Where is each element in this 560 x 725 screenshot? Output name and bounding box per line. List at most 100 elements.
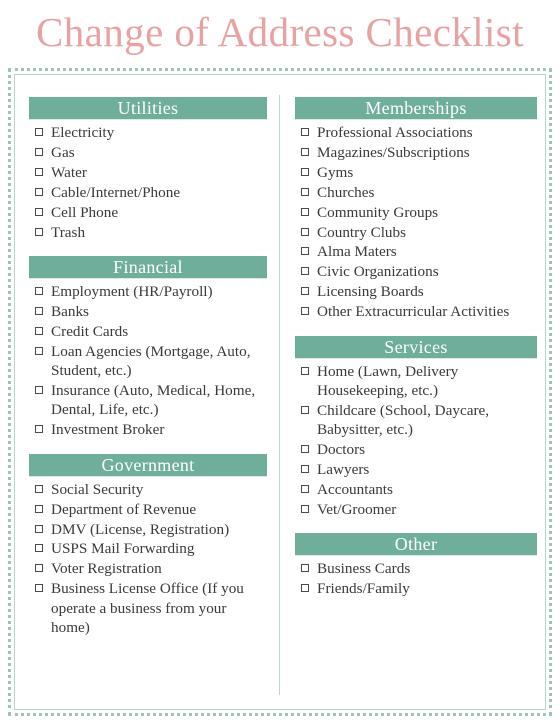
empty-checkbox-icon[interactable] (35, 227, 43, 236)
checklist-item[interactable]: Voter Registration (35, 559, 267, 578)
checklist-item-label: Employment (HR/Payroll) (51, 282, 213, 300)
empty-checkbox-icon[interactable] (301, 128, 309, 136)
empty-checkbox-icon[interactable] (35, 286, 43, 295)
empty-checkbox-icon[interactable] (35, 207, 43, 216)
empty-checkbox-icon[interactable] (35, 484, 43, 493)
checklist-item[interactable]: Lawyers (301, 460, 537, 479)
empty-checkbox-icon[interactable] (301, 147, 309, 156)
empty-checkbox-icon[interactable] (301, 504, 309, 513)
empty-checkbox-icon[interactable] (301, 207, 309, 216)
empty-checkbox-icon[interactable] (301, 485, 309, 493)
checklist-item-label: Vet/Groomer (317, 500, 397, 518)
checklist-page: Change of Address Checklist Utilities Ele… (0, 0, 560, 725)
checklist-item[interactable]: Gyms (301, 163, 537, 182)
section-financial: Financial Employment (HR/Payroll) Banks Cre… (29, 255, 267, 440)
checklist-item-label: Credit Cards (51, 322, 129, 340)
checklist-item-label: Churches (317, 183, 375, 201)
checklist-item[interactable]: Credit Cards (35, 322, 267, 341)
checklist-item[interactable]: Loan Agencies (Mortgage, Auto, Student, … (35, 342, 267, 381)
checklist-item[interactable]: Employment (HR/Payroll) (35, 282, 267, 301)
checklist-item-label: Electricity (51, 124, 115, 141)
empty-checkbox-icon[interactable] (301, 366, 309, 375)
empty-checkbox-icon[interactable] (35, 564, 43, 573)
checklist-item[interactable]: Civic Organizations (301, 262, 537, 281)
checklist-item-label: DMV (License, Registration) (51, 520, 230, 538)
checklist-item[interactable]: Other Extracurricular Activities (301, 302, 537, 321)
checklist-item[interactable]: Childcare (School, Daycare, Babysitter, … (301, 401, 537, 440)
checklist-item[interactable]: Investment Broker (35, 420, 267, 439)
checklist-item[interactable]: Business Cards (301, 559, 537, 578)
empty-checkbox-icon[interactable] (35, 524, 43, 533)
left-column: Utilities Electricity Gas Water Cable/Intern… (19, 79, 273, 705)
empty-checkbox-icon[interactable] (301, 227, 309, 236)
empty-checkbox-icon[interactable] (301, 307, 309, 316)
empty-checkbox-icon[interactable] (35, 504, 43, 513)
empty-checkbox-icon[interactable] (301, 465, 309, 474)
checklist-item[interactable]: Business License Office (If you operate … (35, 579, 267, 637)
checklist-item[interactable]: Insurance (Auto, Medical, Home, Dental, … (35, 381, 267, 420)
checklist-item-label: Friends/Family (317, 580, 410, 598)
checklist-item-label: Department of Revenue (51, 500, 197, 518)
checklist-item-label: Civic Organizations (317, 263, 439, 281)
empty-checkbox-icon[interactable] (35, 425, 43, 434)
empty-checkbox-icon[interactable] (35, 187, 43, 196)
checklist-services: Home (Lawn, Delivery Housekeeping, etc.)… (295, 362, 537, 520)
checklist-item[interactable]: DMV (License, Registration) (35, 520, 267, 539)
empty-checkbox-icon[interactable] (301, 564, 309, 573)
empty-checkbox-icon[interactable] (35, 346, 43, 355)
checklist-item[interactable]: Cable/Internet/Phone (35, 183, 267, 202)
checklist-item[interactable]: USPS Mail Forwarding (35, 539, 267, 558)
empty-checkbox-icon[interactable] (301, 287, 309, 296)
checklist-item[interactable]: Accountants (301, 480, 537, 499)
empty-checkbox-icon[interactable] (35, 167, 43, 176)
checklist-item-label: Home (Lawn, Delivery Housekeeping, etc.) (317, 362, 459, 399)
checklist-item[interactable]: Electricity (35, 123, 267, 142)
empty-checkbox-icon[interactable] (301, 267, 309, 276)
section-heading-utilities: Utilities (29, 97, 267, 119)
checklist-item[interactable]: Community Groups (301, 203, 537, 222)
checklist-item[interactable]: Social Security (35, 480, 267, 499)
empty-checkbox-icon[interactable] (301, 247, 309, 256)
checklist-item[interactable]: Country Clubs (301, 223, 537, 242)
checklist-item[interactable]: Friends/Family (301, 579, 537, 598)
checklist-item-label: Magazines/Subscriptions (317, 143, 470, 161)
section-other: Other Business Cards Friends/Family (295, 533, 537, 598)
section-government: Government Social Security Department of R… (29, 453, 267, 638)
checklist-item[interactable]: Professional Associations (301, 123, 537, 142)
column-divider (273, 79, 287, 705)
checklist-item[interactable]: Home (Lawn, Delivery Housekeeping, etc.) (301, 362, 537, 401)
empty-checkbox-icon[interactable] (35, 128, 43, 136)
empty-checkbox-icon[interactable] (35, 544, 43, 553)
empty-checkbox-icon[interactable] (35, 385, 43, 394)
checklist-item[interactable]: Licensing Boards (301, 282, 537, 301)
empty-checkbox-icon[interactable] (301, 405, 309, 414)
empty-checkbox-icon[interactable] (35, 147, 43, 156)
checklist-item-label: USPS Mail Forwarding (51, 540, 195, 558)
empty-checkbox-icon[interactable] (301, 445, 309, 454)
checklist-item-label: Cell Phone (51, 203, 119, 221)
empty-checkbox-icon[interactable] (301, 187, 309, 196)
empty-checkbox-icon[interactable] (35, 326, 43, 335)
checklist-item-label: Country Clubs (317, 223, 407, 241)
checklist-item-label: Loan Agencies (Mortgage, Auto, Student, … (51, 342, 251, 380)
checklist-item-label: Business Cards (317, 560, 411, 578)
empty-checkbox-icon[interactable] (301, 584, 309, 593)
empty-checkbox-icon[interactable] (35, 306, 43, 315)
checklist-item-label: Trash (51, 223, 86, 241)
checklist-item[interactable]: Gas (35, 143, 267, 162)
empty-checkbox-icon[interactable] (35, 584, 43, 593)
checklist-item-label: Professional Associations (317, 124, 473, 141)
checklist-item[interactable]: Banks (35, 302, 267, 321)
checklist-item-label: Gyms (317, 163, 354, 181)
checklist-item[interactable]: Magazines/Subscriptions (301, 143, 537, 162)
checklist-item[interactable]: Vet/Groomer (301, 500, 537, 519)
checklist-item[interactable]: Trash (35, 223, 267, 242)
empty-checkbox-icon[interactable] (301, 167, 309, 176)
checklist-item[interactable]: Department of Revenue (35, 500, 267, 519)
checklist-item[interactable]: Cell Phone (35, 203, 267, 222)
checklist-item[interactable]: Churches (301, 183, 537, 202)
checklist-item[interactable]: Doctors (301, 440, 537, 459)
section-memberships: Memberships Professional Associations Maga… (295, 97, 537, 322)
checklist-item[interactable]: Water (35, 163, 267, 182)
checklist-item[interactable]: Alma Maters (301, 242, 537, 261)
